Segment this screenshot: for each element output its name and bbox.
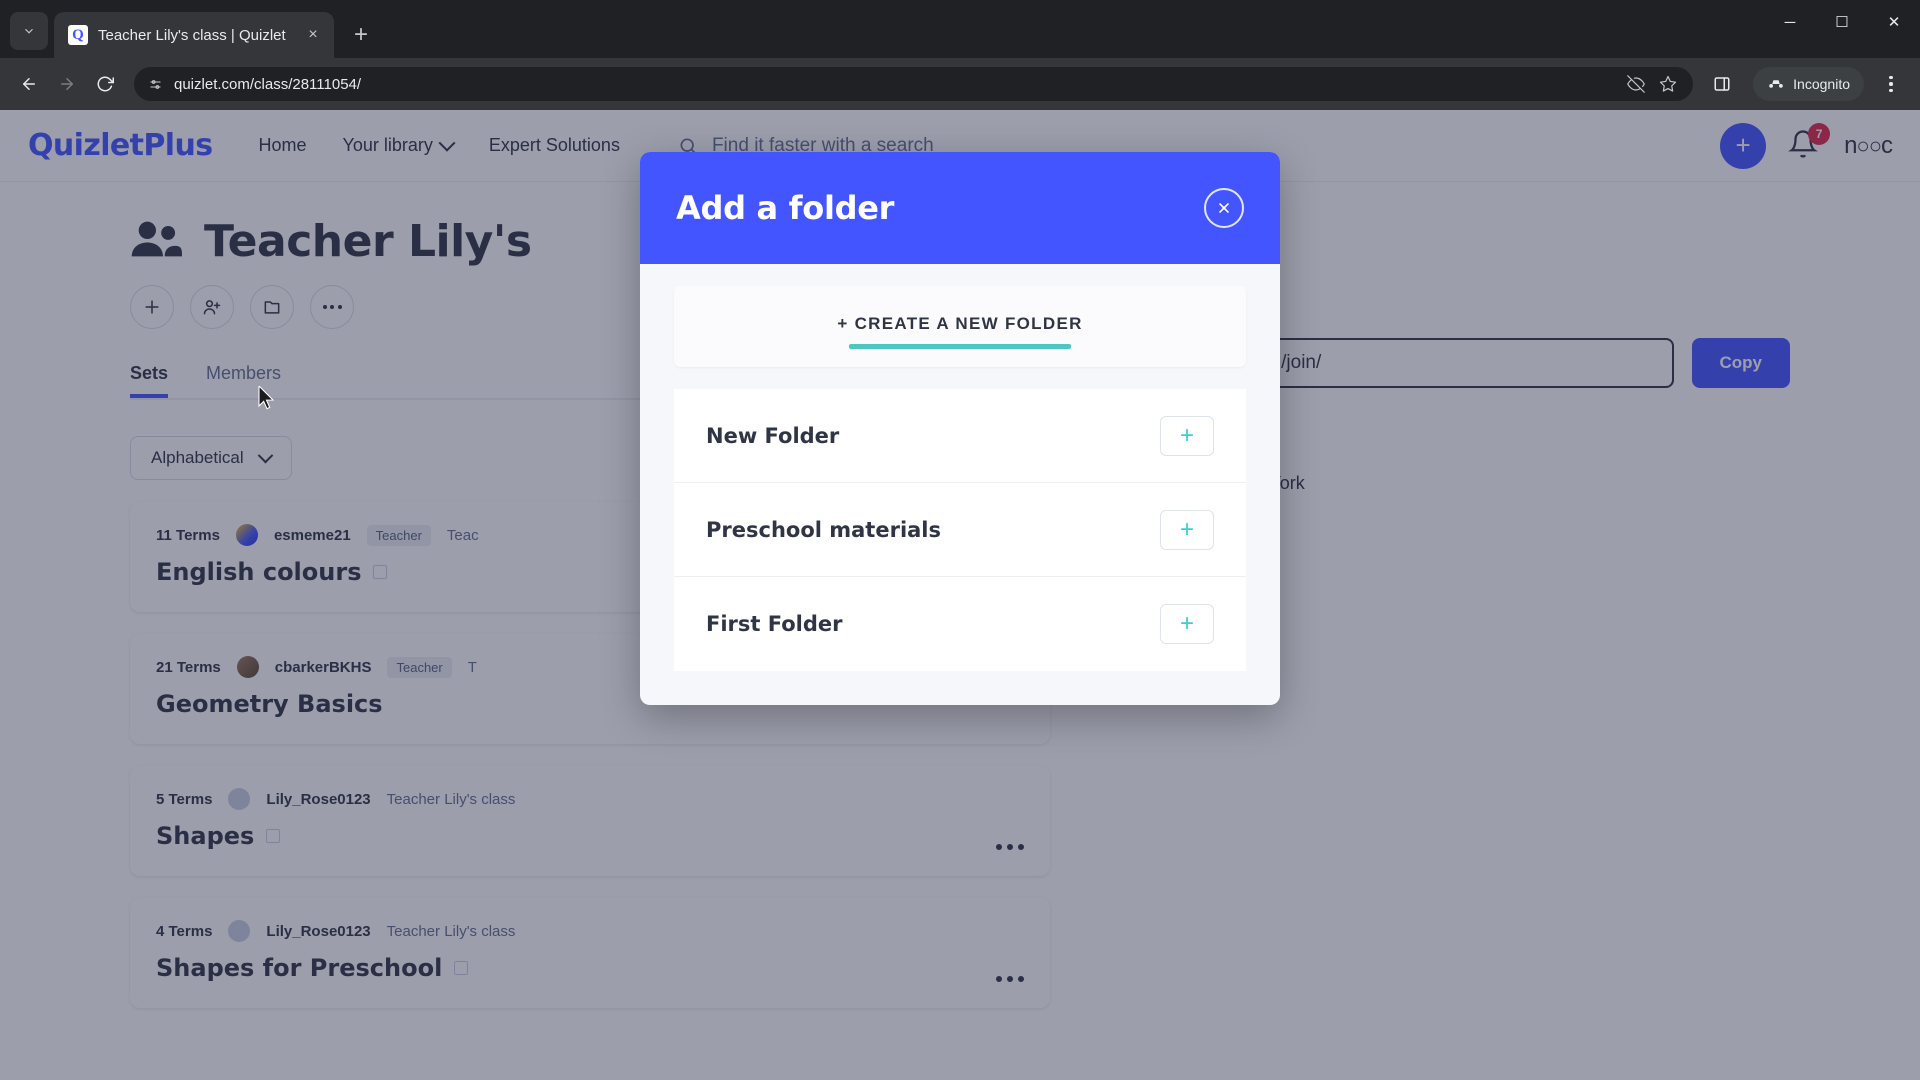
close-icon[interactable] <box>1204 188 1244 228</box>
active-underline <box>849 344 1071 349</box>
modal-body: + CREATE A NEW FOLDER New Folder + Presc… <box>640 264 1280 705</box>
add-to-folder-button[interactable]: + <box>1160 509 1214 550</box>
create-new-folder-button[interactable]: + CREATE A NEW FOLDER <box>837 314 1082 334</box>
hide-icon[interactable] <box>1627 75 1646 93</box>
folder-row[interactable]: First Folder + <box>674 577 1246 671</box>
tab-title: Teacher Lily's class | Quizlet <box>98 26 286 44</box>
add-to-folder-button[interactable]: + <box>1160 415 1214 456</box>
forward-button[interactable] <box>50 67 84 101</box>
modal-title: Add a folder <box>676 189 895 227</box>
browser-menu-button[interactable] <box>1874 67 1908 101</box>
incognito-indicator[interactable]: Incognito <box>1753 67 1864 101</box>
folder-row[interactable]: New Folder + <box>674 389 1246 483</box>
create-folder-panel: + CREATE A NEW FOLDER <box>674 286 1246 367</box>
new-tab-button[interactable]: + <box>344 18 378 52</box>
folder-name: First Folder <box>706 612 843 636</box>
site-settings-icon[interactable] <box>146 75 164 93</box>
modal-header: Add a folder <box>640 152 1280 264</box>
incognito-label: Incognito <box>1793 76 1850 92</box>
folder-name: New Folder <box>706 423 840 448</box>
browser-window: Q Teacher Lily's class | Quizlet × + ─ ☐… <box>0 0 1920 1080</box>
bookmark-star-icon[interactable] <box>1659 75 1677 93</box>
browser-toolbar: quizlet.com/class/28111054/ Incognito <box>0 58 1920 110</box>
close-tab-icon[interactable]: × <box>302 24 324 46</box>
omnibox-actions <box>1627 75 1681 93</box>
maximize-button[interactable]: ☐ <box>1816 0 1868 44</box>
side-panel-button[interactable] <box>1705 67 1739 101</box>
address-bar[interactable]: quizlet.com/class/28111054/ <box>134 67 1694 101</box>
url-text: quizlet.com/class/28111054/ <box>174 75 362 93</box>
folder-list: New Folder + Preschool materials + First… <box>674 389 1246 671</box>
add-folder-modal: Add a folder + CREATE A NEW FOLDER New F… <box>640 152 1280 705</box>
folder-name: Preschool materials <box>706 517 942 542</box>
minimize-button[interactable]: ─ <box>1764 0 1816 44</box>
add-to-folder-button[interactable]: + <box>1160 604 1214 644</box>
tab-strip: Q Teacher Lily's class | Quizlet × + ─ ☐… <box>0 0 1920 58</box>
back-button[interactable] <box>12 67 46 101</box>
quizlet-favicon-icon: Q <box>68 25 88 45</box>
close-window-button[interactable]: ✕ <box>1868 0 1920 44</box>
reload-button[interactable] <box>88 67 122 101</box>
folder-row[interactable]: Preschool materials + <box>674 483 1246 577</box>
window-controls: ─ ☐ ✕ <box>1764 0 1920 44</box>
browser-tab[interactable]: Q Teacher Lily's class | Quizlet × <box>54 12 334 58</box>
tab-search-button[interactable] <box>10 12 48 50</box>
page-viewport: QuizletPlus Home Your library Expert Sol… <box>0 110 1920 1080</box>
